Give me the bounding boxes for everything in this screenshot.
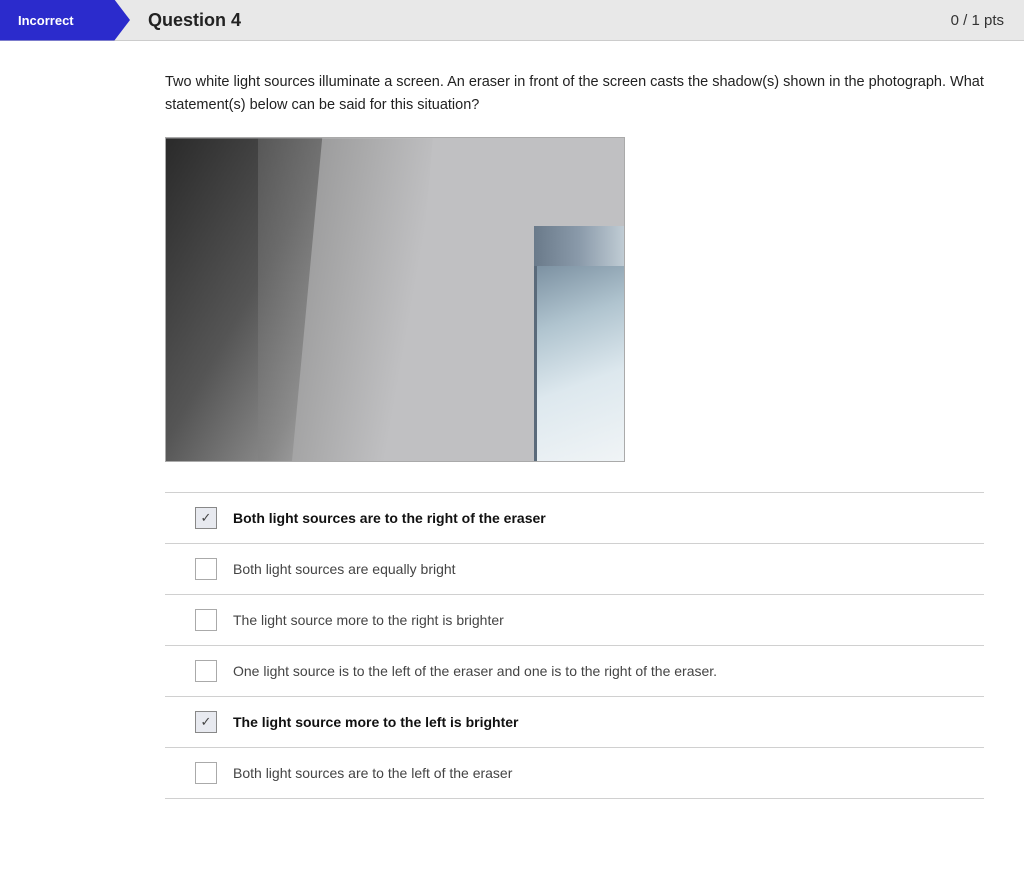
option-row-3[interactable]: The light source more to the right is br…	[165, 595, 984, 646]
checkbox-4[interactable]	[195, 660, 217, 682]
option-row-6[interactable]: Both light sources are to the left of th…	[165, 748, 984, 799]
incorrect-badge: Incorrect	[0, 0, 130, 41]
option-row-4[interactable]: One light source is to the left of the e…	[165, 646, 984, 697]
incorrect-label: Incorrect	[18, 13, 74, 28]
checkbox-2[interactable]	[195, 558, 217, 580]
option-label-5: The light source more to the left is bri…	[233, 714, 518, 730]
question-title: Question 4	[148, 10, 951, 31]
option-label-6: Both light sources are to the left of th…	[233, 765, 512, 781]
checkbox-5[interactable]: ✓	[195, 711, 217, 733]
question-text: Two white light sources illuminate a scr…	[165, 71, 984, 117]
checkbox-1[interactable]: ✓	[195, 507, 217, 529]
checkbox-3[interactable]	[195, 609, 217, 631]
option-row-5[interactable]: ✓ The light source more to the left is br…	[165, 697, 984, 748]
option-label-3: The light source more to the right is br…	[233, 612, 504, 628]
question-image	[165, 137, 625, 462]
pts-label: 0 / 1 pts	[951, 12, 1004, 29]
option-label-1: Both light sources are to the right of t…	[233, 510, 546, 526]
page-wrapper: Incorrect Question 4 0 / 1 pts Two white…	[0, 0, 1024, 887]
checkbox-6[interactable]	[195, 762, 217, 784]
option-label-4: One light source is to the left of the e…	[233, 663, 717, 679]
option-label-2: Both light sources are equally bright	[233, 561, 456, 577]
content-area: Two white light sources illuminate a scr…	[0, 41, 1024, 829]
option-row-1[interactable]: ✓ Both light sources are to the right of …	[165, 493, 984, 544]
checkmark-icon: ✓	[201, 714, 212, 730]
options-section: ✓ Both light sources are to the right of …	[165, 492, 984, 799]
option-row-2[interactable]: Both light sources are equally bright	[165, 544, 984, 595]
question-header: Incorrect Question 4 0 / 1 pts	[0, 0, 1024, 41]
checkmark-icon: ✓	[201, 510, 212, 526]
